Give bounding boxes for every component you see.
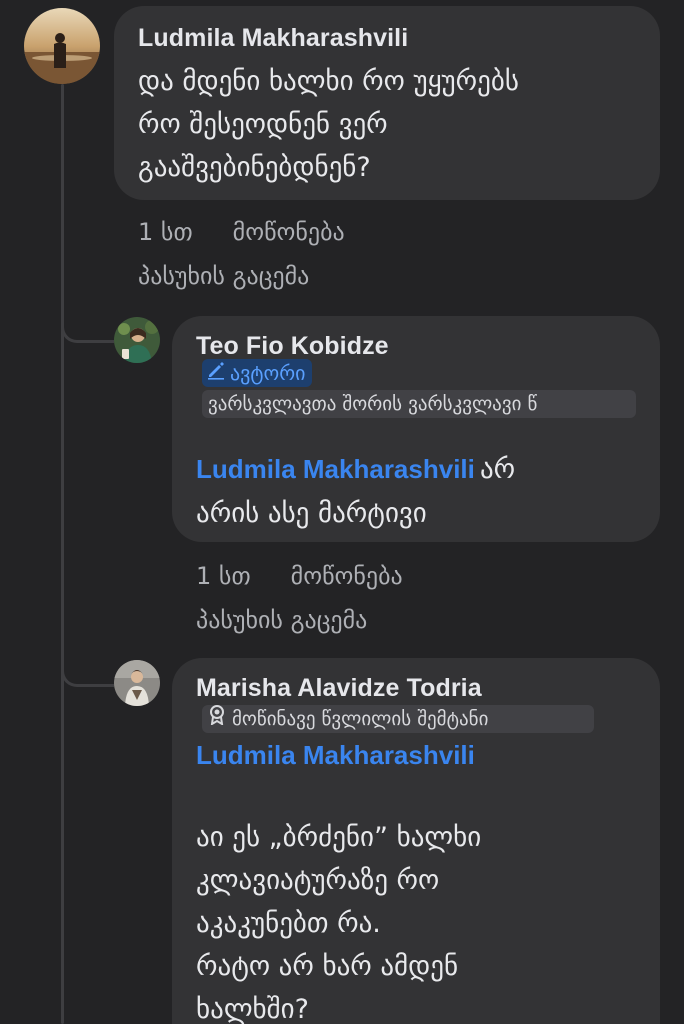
comment-text-inline: არ [479, 454, 516, 485]
author-badge-label: ავტორი [230, 361, 306, 385]
reply-button[interactable]: პასუხის გაცემა [196, 606, 367, 634]
comment-text: Ludmila Makharashvili არ [196, 448, 515, 491]
comment-author[interactable]: Marisha Alavidze Todria [196, 674, 482, 703]
mention-link[interactable]: Ludmila Makharashvili [196, 454, 475, 484]
author-badge: ავტორი [202, 359, 312, 387]
comment-text: და მდენი ხალხი რო უყურებს რო შესეოდნენ ვ… [138, 60, 519, 189]
mention-link[interactable]: Ludmila Makharashvili [196, 740, 475, 771]
contributor-badge-label: მოწინავე წვლილის შემტანი [232, 708, 489, 730]
pencil-icon [206, 359, 226, 387]
comment-text-line: აი ეს „ბრძენი” ხალხი [196, 822, 482, 853]
avatar[interactable] [114, 660, 160, 706]
thread-connector [61, 662, 114, 687]
contributor-badge: მოწინავე წვლილის შემტანი [202, 705, 594, 733]
comment-text-line: კლავიატურაზე რო [196, 865, 440, 896]
avatar[interactable] [114, 317, 160, 363]
award-icon [208, 705, 226, 733]
title-badge-label: ვარსკვლავთა შორის ვარსკვლავი წ [208, 393, 538, 415]
timestamp: 1 სთ [196, 562, 251, 590]
reply-button[interactable]: პასუხის გაცემა [138, 262, 309, 290]
like-button[interactable]: მოწონება [233, 218, 345, 246]
comment-bubble: Marisha Alavidze Todria მოწინავე წვლილის… [172, 658, 660, 1024]
comment-bubble: Teo Fio Kobidze ავტორი ვარსკვლავთა შორის… [172, 316, 660, 542]
comment-thread: Ludmila Makharashvili და მდენი ხალხი რო … [0, 0, 684, 1024]
comment-text-line: ხალხში? [196, 994, 309, 1024]
thread-line [61, 84, 64, 1024]
comment-actions: 1 სთ მოწონება [196, 562, 403, 590]
comment-text-line: არის ასე მარტივი [196, 498, 427, 529]
comment-author[interactable]: Teo Fio Kobidze [196, 332, 389, 361]
comment-text-line: რატო არ ხარ ამდენ [196, 951, 459, 982]
comment-text-line: აკაკუნებთ რა. [196, 908, 381, 939]
avatar[interactable] [24, 8, 100, 84]
thread-connector [61, 318, 114, 343]
comment-actions: 1 სთ მოწონება [138, 218, 345, 246]
title-badge: ვარსკვლავთა შორის ვარსკვლავი წ [202, 390, 636, 418]
comment-text: აი ეს „ბრძენი” ხალხი კლავიატურაზე რო აკა… [196, 816, 481, 1024]
comment-text-line: გააშვებინებდნენ? [138, 152, 371, 183]
comment-author[interactable]: Ludmila Makharashvili [138, 24, 408, 53]
timestamp: 1 სთ [138, 218, 193, 246]
comment-text-line: რო შესეოდნენ ვერ [138, 109, 388, 140]
like-button[interactable]: მოწონება [291, 562, 403, 590]
comment-text-line: და მდენი ხალხი რო უყურებს [138, 66, 519, 97]
comment-bubble: Ludmila Makharashvili და მდენი ხალხი რო … [114, 6, 660, 200]
